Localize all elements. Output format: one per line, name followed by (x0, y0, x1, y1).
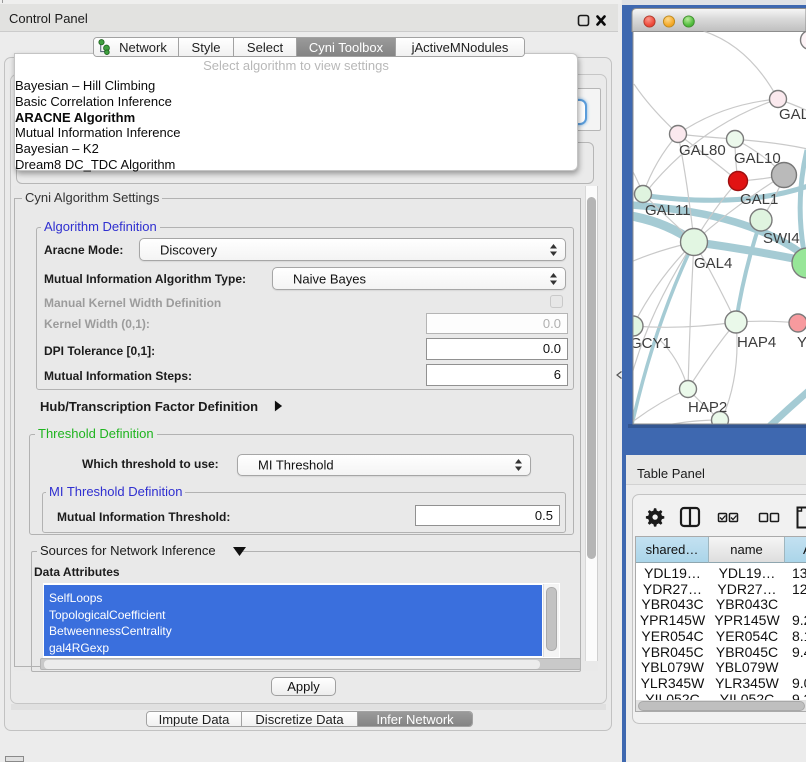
svg-text:GAL80: GAL80 (679, 142, 726, 159)
svg-text:Y: Y (797, 334, 806, 351)
svg-text:HAP2: HAP2 (688, 399, 727, 416)
svg-text:GAL1: GAL1 (740, 191, 778, 208)
svg-text:GAL11: GAL11 (645, 202, 691, 219)
svg-text:GAL4: GAL4 (694, 255, 732, 272)
svg-text:SWI4: SWI4 (763, 230, 800, 247)
svg-text:GAL7: GAL7 (779, 106, 806, 123)
svg-text:GAL10: GAL10 (734, 150, 781, 167)
svg-text:GCY1: GCY1 (630, 335, 671, 352)
svg-text:HAP4: HAP4 (737, 334, 776, 351)
